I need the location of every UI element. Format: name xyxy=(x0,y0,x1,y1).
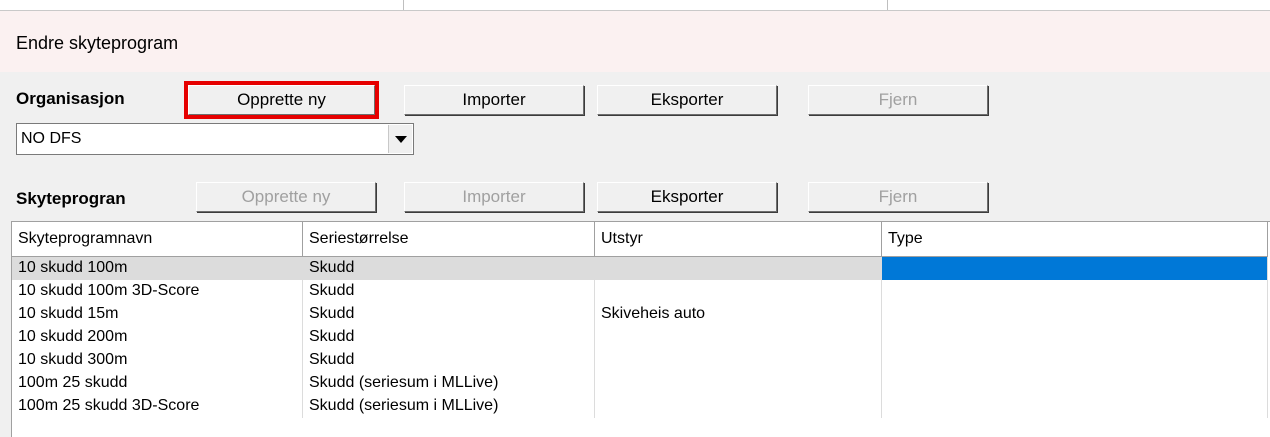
cell-series-size[interactable]: Skudd xyxy=(303,257,595,280)
cell-equipment[interactable] xyxy=(595,257,882,280)
cell-type[interactable] xyxy=(882,326,1268,349)
table-body: 10 skudd 100m Skudd 10 skudd 100m 3D-Score… xyxy=(12,257,1268,418)
cell-equipment[interactable] xyxy=(595,372,882,395)
cell-series-size[interactable]: Skudd (seriesum i MLLive) xyxy=(303,395,595,418)
top-strip xyxy=(0,0,1270,10)
cell-name[interactable]: 10 skudd 200m xyxy=(12,326,303,349)
cell-name[interactable]: 10 skudd 300m xyxy=(12,349,303,372)
cell-type[interactable] xyxy=(882,303,1268,326)
organisation-label: Organisasjon xyxy=(16,89,125,108)
program-remove-button[interactable]: Fjern xyxy=(808,182,988,212)
cell-name[interactable]: 100m 25 skudd xyxy=(12,372,303,395)
table-row[interactable]: 100m 25 skudd Skudd (seriesum i MLLive) xyxy=(12,372,1268,395)
program-create-button[interactable]: Opprette ny xyxy=(196,182,376,212)
cell-type[interactable] xyxy=(882,395,1268,418)
cell-type[interactable] xyxy=(882,349,1268,372)
org-export-button[interactable]: Eksporter xyxy=(597,85,777,115)
cell-series-size[interactable]: Skudd xyxy=(303,326,595,349)
table-header: Skyteprogramnavn Seriestørrelse Utstyr T… xyxy=(12,222,1268,257)
cell-name[interactable]: 100m 25 skudd 3D-Score xyxy=(12,395,303,418)
column-header-equipment[interactable]: Utstyr xyxy=(595,222,882,257)
dialog-title: Endre skyteprogram xyxy=(16,33,179,53)
org-remove-button[interactable]: Fjern xyxy=(808,85,988,115)
table-row[interactable]: 10 skudd 300m Skudd xyxy=(12,349,1268,372)
cell-series-size[interactable]: Skudd xyxy=(303,303,595,326)
organisation-select[interactable]: NO DFS xyxy=(16,123,414,155)
program-table[interactable]: Skyteprogramnavn Seriestørrelse Utstyr T… xyxy=(11,221,1270,437)
table-row[interactable]: 10 skudd 200m Skudd xyxy=(12,326,1268,349)
table-row[interactable]: 10 skudd 100m 3D-Score Skudd xyxy=(12,280,1268,303)
dialog-title-bar: Endre skyteprogram xyxy=(0,10,1270,72)
cell-name[interactable]: 10 skudd 100m xyxy=(12,257,303,280)
cell-type[interactable] xyxy=(882,372,1268,395)
program-import-button[interactable]: Importer xyxy=(404,182,584,212)
cell-series-size[interactable]: Skudd (seriesum i MLLive) xyxy=(303,372,595,395)
program-label: Skyteprogran xyxy=(16,189,126,208)
cell-series-size[interactable]: Skudd xyxy=(303,349,595,372)
column-header-series-size[interactable]: Seriestørrelse xyxy=(303,222,595,257)
column-header-type[interactable]: Type xyxy=(882,222,1268,257)
organisation-select-value: NO DFS xyxy=(21,130,82,147)
cell-equipment[interactable] xyxy=(595,349,882,372)
cell-equipment[interactable] xyxy=(595,280,882,303)
cell-name[interactable]: 10 skudd 15m xyxy=(12,303,303,326)
cell-series-size[interactable]: Skudd xyxy=(303,280,595,303)
org-create-button[interactable]: Opprette ny xyxy=(184,81,379,119)
cell-type[interactable] xyxy=(882,257,1268,280)
cell-type[interactable] xyxy=(882,280,1268,303)
cell-name[interactable]: 10 skudd 100m 3D-Score xyxy=(12,280,303,303)
dropdown-arrow-icon[interactable] xyxy=(388,125,412,153)
org-import-button[interactable]: Importer xyxy=(404,85,584,115)
column-header-name[interactable]: Skyteprogramnavn xyxy=(12,222,303,257)
cell-equipment[interactable] xyxy=(595,326,882,349)
table-row[interactable]: 10 skudd 15m Skudd Skiveheis auto xyxy=(12,303,1268,326)
program-export-button[interactable]: Eksporter xyxy=(597,182,777,212)
cell-equipment[interactable]: Skiveheis auto xyxy=(595,303,882,326)
cell-equipment[interactable] xyxy=(595,395,882,418)
table-row[interactable]: 10 skudd 100m Skudd xyxy=(12,257,1268,280)
table-row[interactable]: 100m 25 skudd 3D-Score Skudd (seriesum i … xyxy=(12,395,1268,418)
